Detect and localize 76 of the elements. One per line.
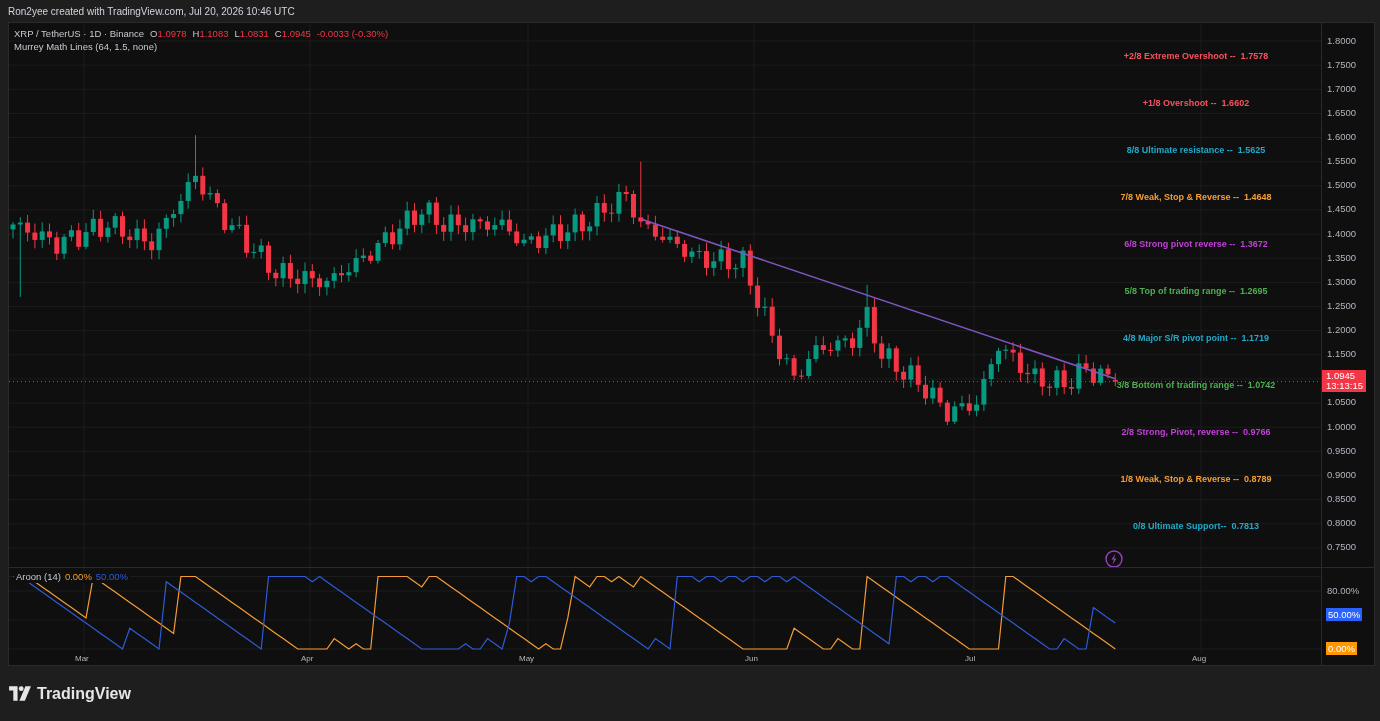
price-tick: 1.2500 [1327,299,1357,311]
price-tick: 1.2000 [1327,324,1357,336]
price-tick: 1.3500 [1327,251,1357,263]
ohlc-value: 1.0831 [239,27,269,40]
level-label: 5/8 Top of trading range -- 1.2695 [1124,285,1268,298]
candle [704,242,709,277]
ohlc-label: C [274,27,282,40]
candle [996,347,1001,373]
level-label: 0/8 Ultimate Support-- 0.7813 [1132,520,1259,533]
candle [339,264,344,283]
price-tick: 1.6500 [1327,106,1357,118]
candle [266,240,271,281]
level-label: +2/8 Extreme Overshoot -- 1.7578 [1123,50,1269,63]
price-tick: 1.3000 [1327,275,1357,287]
level-label: 7/8 Weak, Stop & Reverse -- 1.4648 [1120,191,1272,204]
level-label: +1/8 Overshoot -- 1.6602 [1142,97,1250,110]
ohlc-value: 1.1083 [199,27,229,40]
ohlc-label: H [192,27,200,40]
candle [923,375,928,406]
aroon-up-value: 0.00% [64,571,92,582]
candle [558,214,563,250]
level-label: 6/8 Strong pivot reverse -- 1.3672 [1124,238,1268,251]
brand-name: TradingView [37,684,131,703]
level-label: 3/8 Bottom of trading range -- 1.0742 [1116,379,1276,392]
candle [777,328,782,367]
price-tick: 1.6000 [1327,131,1357,143]
candle [47,223,52,245]
price-change: -0.0033 (-0.30%) [316,27,389,40]
candle [412,202,417,233]
candle [485,215,490,237]
price-tick: 1.1500 [1327,348,1357,360]
price-tick: 0.9500 [1327,444,1357,456]
lightning-icon[interactable] [1105,550,1123,567]
candle [631,190,636,225]
logo-icon [9,685,31,702]
candle [850,332,855,357]
last-price-badge: 1.0945 13:13:15 [1322,369,1366,392]
ohlc-value: 1.0978 [157,27,187,40]
trend-line[interactable] [640,218,1117,380]
percent-tick: 80.00% [1327,585,1360,596]
ohlc-label: O [150,27,158,40]
time-tick: Mar [75,654,89,663]
ohlc-value: 1.0945 [281,27,311,40]
time-tick: Apr [301,654,314,663]
time-tick: Aug [1192,654,1207,663]
price-tick: 0.7500 [1327,541,1357,553]
price-tick: 1.5000 [1327,179,1357,191]
level-label: 8/8 Ultimate resistance -- 1.5625 [1126,144,1266,157]
aroon-up-badge: 0.00% [1326,642,1357,655]
price-tick: 1.4500 [1327,203,1357,215]
time-tick: Jul [965,654,976,663]
time-tick: Jun [745,654,758,663]
candle [1069,377,1074,396]
level-label: 1/8 Weak, Stop & Reverse -- 0.8789 [1120,473,1272,486]
aroon-down-value: 50.00% [95,571,129,582]
price-tick: 1.7000 [1327,82,1357,94]
chart-caption: Ron2yee created with TradingView.com, Jul 20, 2026 10:46 UTC [8,5,295,17]
candle [120,210,125,245]
aroon-down-badge: 50.00% [1326,608,1363,621]
indicator-title[interactable]: Murrey Math Lines (64, 1.5, none) [14,40,389,53]
price-tick: 0.8000 [1327,517,1357,529]
price-tick: 1.8000 [1327,34,1357,46]
candle [193,134,198,190]
price-tick: 1.0500 [1327,396,1357,408]
ohlc-label: L [234,27,240,40]
price-tick: 1.7500 [1327,58,1357,70]
price-tick: 1.0000 [1327,420,1357,432]
indicator-title[interactable]: Aroon (14) [16,571,61,582]
price-tick: 0.9000 [1327,468,1357,480]
level-label: 4/8 Major S/R pivot point -- 1.1719 [1123,332,1269,345]
price-tick: 0.8500 [1327,492,1357,504]
time-tick: May [519,654,535,663]
price-tick: 1.4000 [1327,227,1357,239]
symbol-title: XRP / TetherUS · 1D · Binance [14,27,145,40]
price-tick: 1.5500 [1327,155,1357,167]
level-label: 2/8 Strong, Pivot, reverse -- 0.9766 [1121,426,1271,439]
